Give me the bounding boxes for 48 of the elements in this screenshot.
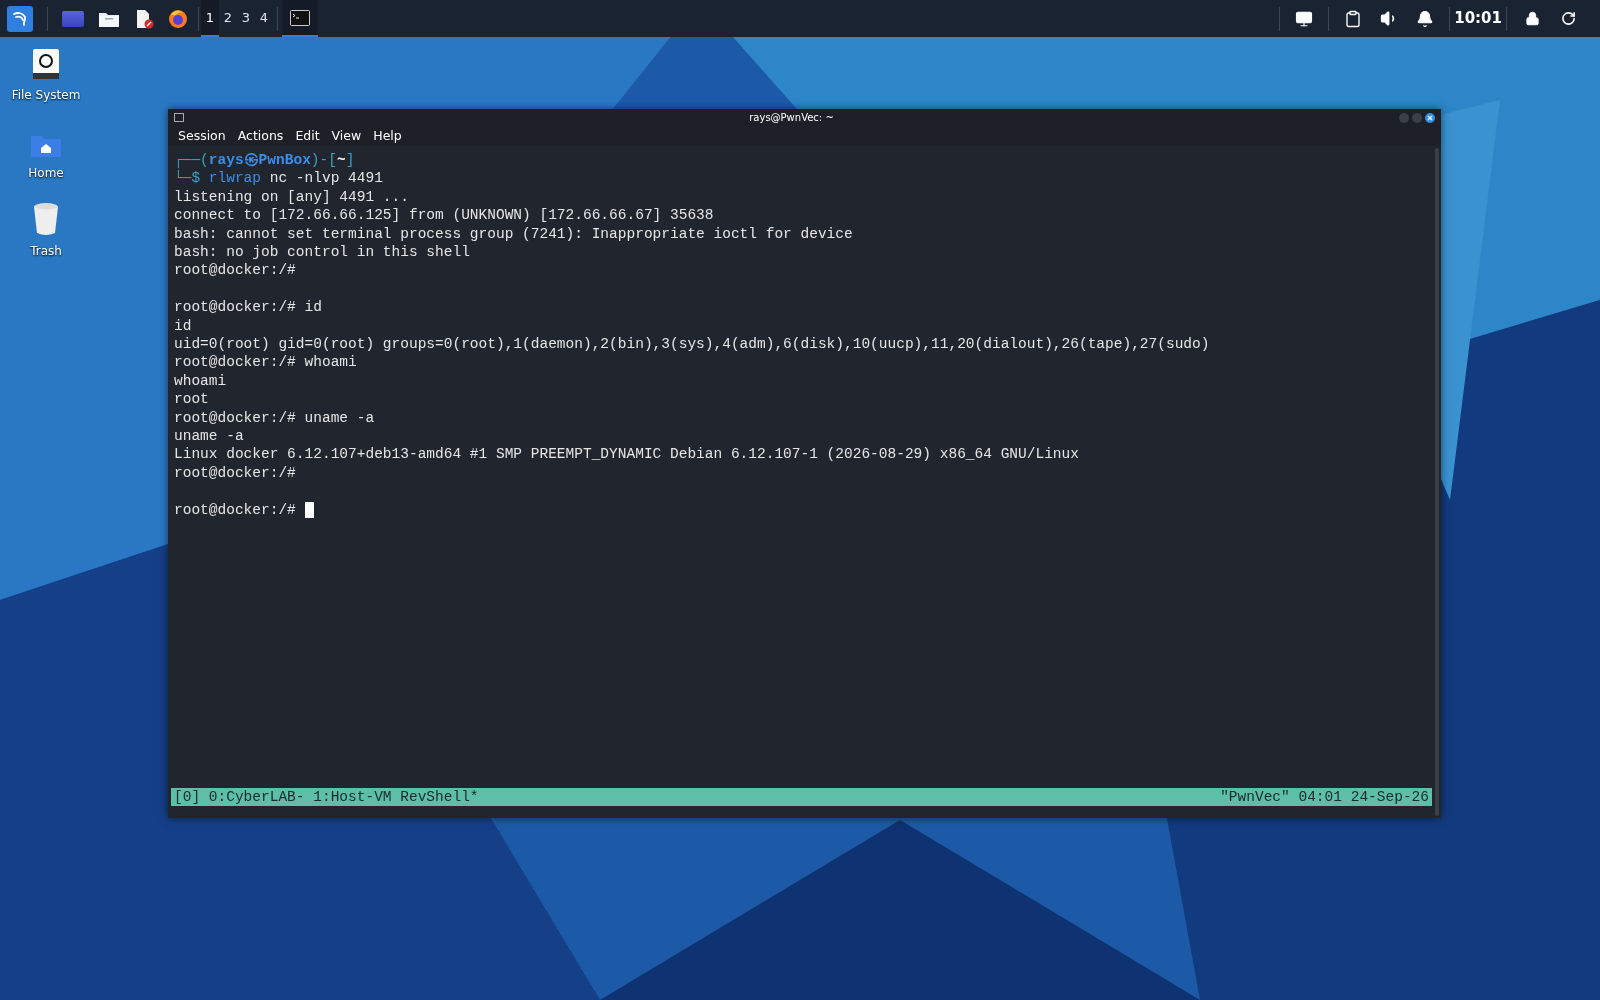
workspace-button[interactable]: 4 (255, 0, 273, 37)
browser-icon (168, 8, 188, 29)
workspace-button[interactable]: 2 (219, 0, 237, 37)
clock[interactable]: 10:01 (1452, 7, 1504, 30)
terminal-line: root@docker:/# (174, 464, 296, 481)
terminal-line: Linux docker 6.12.107+deb13-amd64 #1 SMP PREEMPT_DYNAMIC Debian 6.12.107-1 (2026-08-29) x86_64 GNU/Linux (174, 446, 1079, 463)
terminal-icon (290, 9, 310, 26)
terminal-line: root@docker:/# id (174, 299, 322, 316)
workspace-button[interactable]: 1 (201, 0, 219, 37)
desktop-icon-label[interactable]: File System (11, 86, 81, 104)
terminal-line: id (174, 317, 192, 334)
drive-icon (32, 48, 60, 80)
app-menu-button[interactable] (7, 5, 33, 32)
close-button[interactable] (1425, 112, 1435, 123)
terminal-line: root (174, 391, 209, 408)
terminal-line: root@docker:/# (174, 500, 296, 520)
window-icon (174, 113, 184, 122)
menu-item[interactable]: View (331, 126, 362, 146)
trash-icon (32, 202, 60, 236)
window-title: rays@PwnVec: ~ (748, 111, 835, 125)
terminal-task-button[interactable] (282, 0, 318, 37)
workspace-button[interactable]: 3 (237, 0, 255, 37)
terminal-line: uid=0(root) gid=0(root) groups=0(root),1(daemon),2(bin),3(sys),4(adm),6(disk),10(uucp),11,20(dialout),26(tape),27(sudo) (174, 336, 1210, 353)
desktop-icon-label[interactable]: Home (28, 164, 64, 182)
terminal-line: whoami (174, 372, 227, 389)
terminal-line: bash: no job control in this shell (174, 244, 470, 261)
menu-item[interactable]: Help (373, 126, 402, 146)
terminal-line: connect to [172.66.66.125] from (UNKNOWN) [172.66.66.67] 35638 (174, 207, 714, 224)
menu-item[interactable]: Actions (237, 126, 284, 146)
terminal-line: uname -a (174, 428, 244, 445)
show-desktop-button[interactable] (62, 10, 84, 27)
terminal-line: listening on [any] 4491 ... (174, 188, 409, 205)
menu-item[interactable]: Edit (295, 126, 320, 146)
status-bar-left: [0] 0:CyberLAB- 1:Host-VM RevShell* (174, 787, 479, 807)
web-browser-button[interactable] (168, 8, 188, 29)
terminal-line: root@docker:/# uname -a (174, 409, 375, 426)
clipboard-icon[interactable] (1344, 9, 1363, 28)
terminal-line: root@docker:/# (174, 262, 296, 279)
terminal-line: bash: cannot set terminal process group (7241): Inappropriate ioctl for device (174, 225, 853, 242)
notifications-icon[interactable] (1416, 9, 1435, 28)
desktop-icon-label[interactable]: Trash (30, 242, 62, 260)
terminal-line: root@docker:/# whoami (174, 354, 357, 371)
text-editor-button[interactable] (134, 8, 154, 29)
terminal-line: ┌──(rays㉿PwnBox)-[~] (174, 152, 355, 168)
menu-item[interactable]: Session (178, 126, 226, 146)
document-icon (134, 8, 154, 29)
status-bar-right: "PwnVec" 04:01 24-Sep-26 (1220, 787, 1429, 807)
terminal-line: └─$ rlwrap nc -nlvp 4491 (174, 170, 383, 187)
